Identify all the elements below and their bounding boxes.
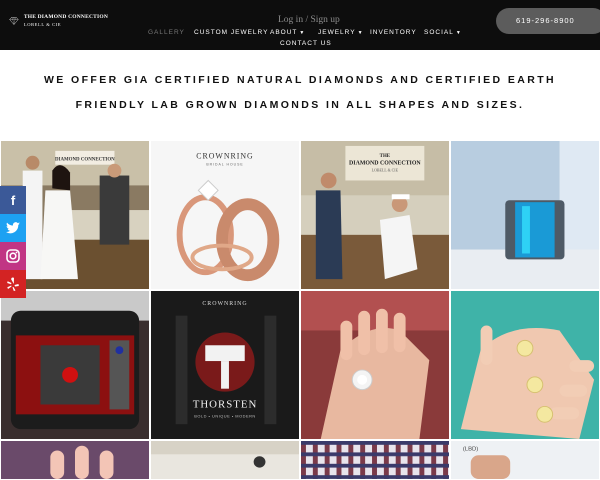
nav-about-label: ABOUT [270, 29, 298, 36]
logo-title: THE DIAMOND CONNECTION [23, 14, 108, 20]
nav-gallery[interactable]: GALLERY [148, 29, 185, 36]
store-interior-photo [151, 441, 299, 479]
thorsten-logo-text: THORSTEN [193, 398, 258, 410]
plaid-shirt-photo [301, 441, 449, 479]
gallery-photo[interactable]: CROWNRING THORSTEN BOLD • UNIQUE • MODER… [150, 290, 300, 440]
headline-text: WE OFFER GIA CERTIFIED NATURAL DIAMONDS … [43, 74, 556, 111]
crownring-rings-photo: CROWNRING BRIDAL HOUSE [151, 141, 299, 289]
nav-jewelry-label: JEWELRY [318, 29, 356, 36]
nav-about[interactable]: ABOUT ▼ [270, 29, 305, 36]
gallery-photo[interactable]: (LBD) [450, 440, 600, 480]
brand-subtitle: BRIDAL HOUSE [206, 163, 243, 167]
headline-section: WE OFFER GIA CERTIFIED NATURAL DIAMONDS … [0, 50, 600, 140]
chevron-down-icon: ▼ [299, 30, 306, 36]
yelp-button[interactable] [0, 270, 26, 298]
hand-yellow-diamond-photo [451, 291, 599, 439]
gallery-photo[interactable] [450, 290, 600, 440]
store-sign-line1: THE [380, 154, 391, 159]
gallery-photo[interactable] [300, 290, 450, 440]
gallery-photo[interactable] [0, 290, 150, 440]
twitter-icon [6, 222, 20, 234]
nav-jewelry[interactable]: JEWELRY ▼ [318, 29, 364, 36]
twitter-button[interactable] [0, 214, 26, 242]
brand-name: CROWNRING [196, 152, 253, 161]
gallery-photo[interactable] [300, 440, 450, 480]
gallery-photo[interactable] [0, 440, 150, 480]
logo-subtitle: LOBELL & CIE [23, 21, 62, 27]
certificate-photo: (LBD) [451, 441, 599, 479]
thorsten-tagline: BOLD • UNIQUE • MODERN [194, 413, 256, 418]
facebook-button[interactable]: f [0, 186, 26, 214]
red-black-bracelet-photo [1, 291, 149, 439]
nav-contact-us[interactable]: CONTACT US [280, 40, 332, 47]
chevron-down-icon: ▼ [357, 30, 364, 36]
phone-number: 619-296-8900 [516, 16, 575, 25]
social-sidebar: f [0, 186, 26, 298]
yelp-icon [7, 277, 19, 291]
login-link[interactable]: Log in / Sign up [278, 15, 340, 25]
nav-inventory[interactable]: INVENTORY [370, 29, 417, 36]
facebook-icon: f [10, 192, 16, 208]
phone-button[interactable]: 619-296-8900 [496, 8, 600, 34]
certificate-text: (LBD) [463, 447, 478, 453]
chevron-down-icon: ▼ [455, 30, 462, 36]
gallery-photo[interactable]: CROWNRING BRIDAL HOUSE [150, 140, 300, 290]
instagram-icon [6, 249, 20, 263]
gallery-photo[interactable]: THE DIAMOND CONNECTION LOBELL & CIE [300, 140, 450, 290]
photo-gallery: DIAMOND CONNECTION CROWNRING BRIDAL HOUS… [0, 140, 600, 480]
store-sign-line2: DIAMOND CONNECTION [349, 161, 421, 167]
gallery-photo[interactable] [150, 440, 300, 480]
brand-name: CROWNRING [202, 301, 247, 307]
site-header: THE DIAMOND CONNECTION LOBELL & CIE Log … [0, 0, 600, 50]
proposal-in-store-photo: THE DIAMOND CONNECTION LOBELL & CIE [301, 141, 449, 289]
instagram-button[interactable] [0, 242, 26, 270]
hand-halo-ring-photo [301, 291, 449, 439]
nav-social[interactable]: SOCIAL ▼ [424, 29, 462, 36]
blue-inlay-ring-photo [451, 141, 599, 289]
gallery-photo[interactable] [450, 140, 600, 290]
store-sign-text: DIAMOND CONNECTION [55, 158, 115, 163]
nav-social-label: SOCIAL [424, 29, 454, 36]
store-sign-line3: LOBELL & CIE [372, 168, 399, 173]
thorsten-logo-photo: CROWNRING THORSTEN BOLD • UNIQUE • MODER… [151, 291, 299, 439]
hand-pink-nails-photo [1, 441, 149, 479]
nav-custom-jewelry[interactable]: CUSTOM JEWELRY [194, 29, 268, 36]
